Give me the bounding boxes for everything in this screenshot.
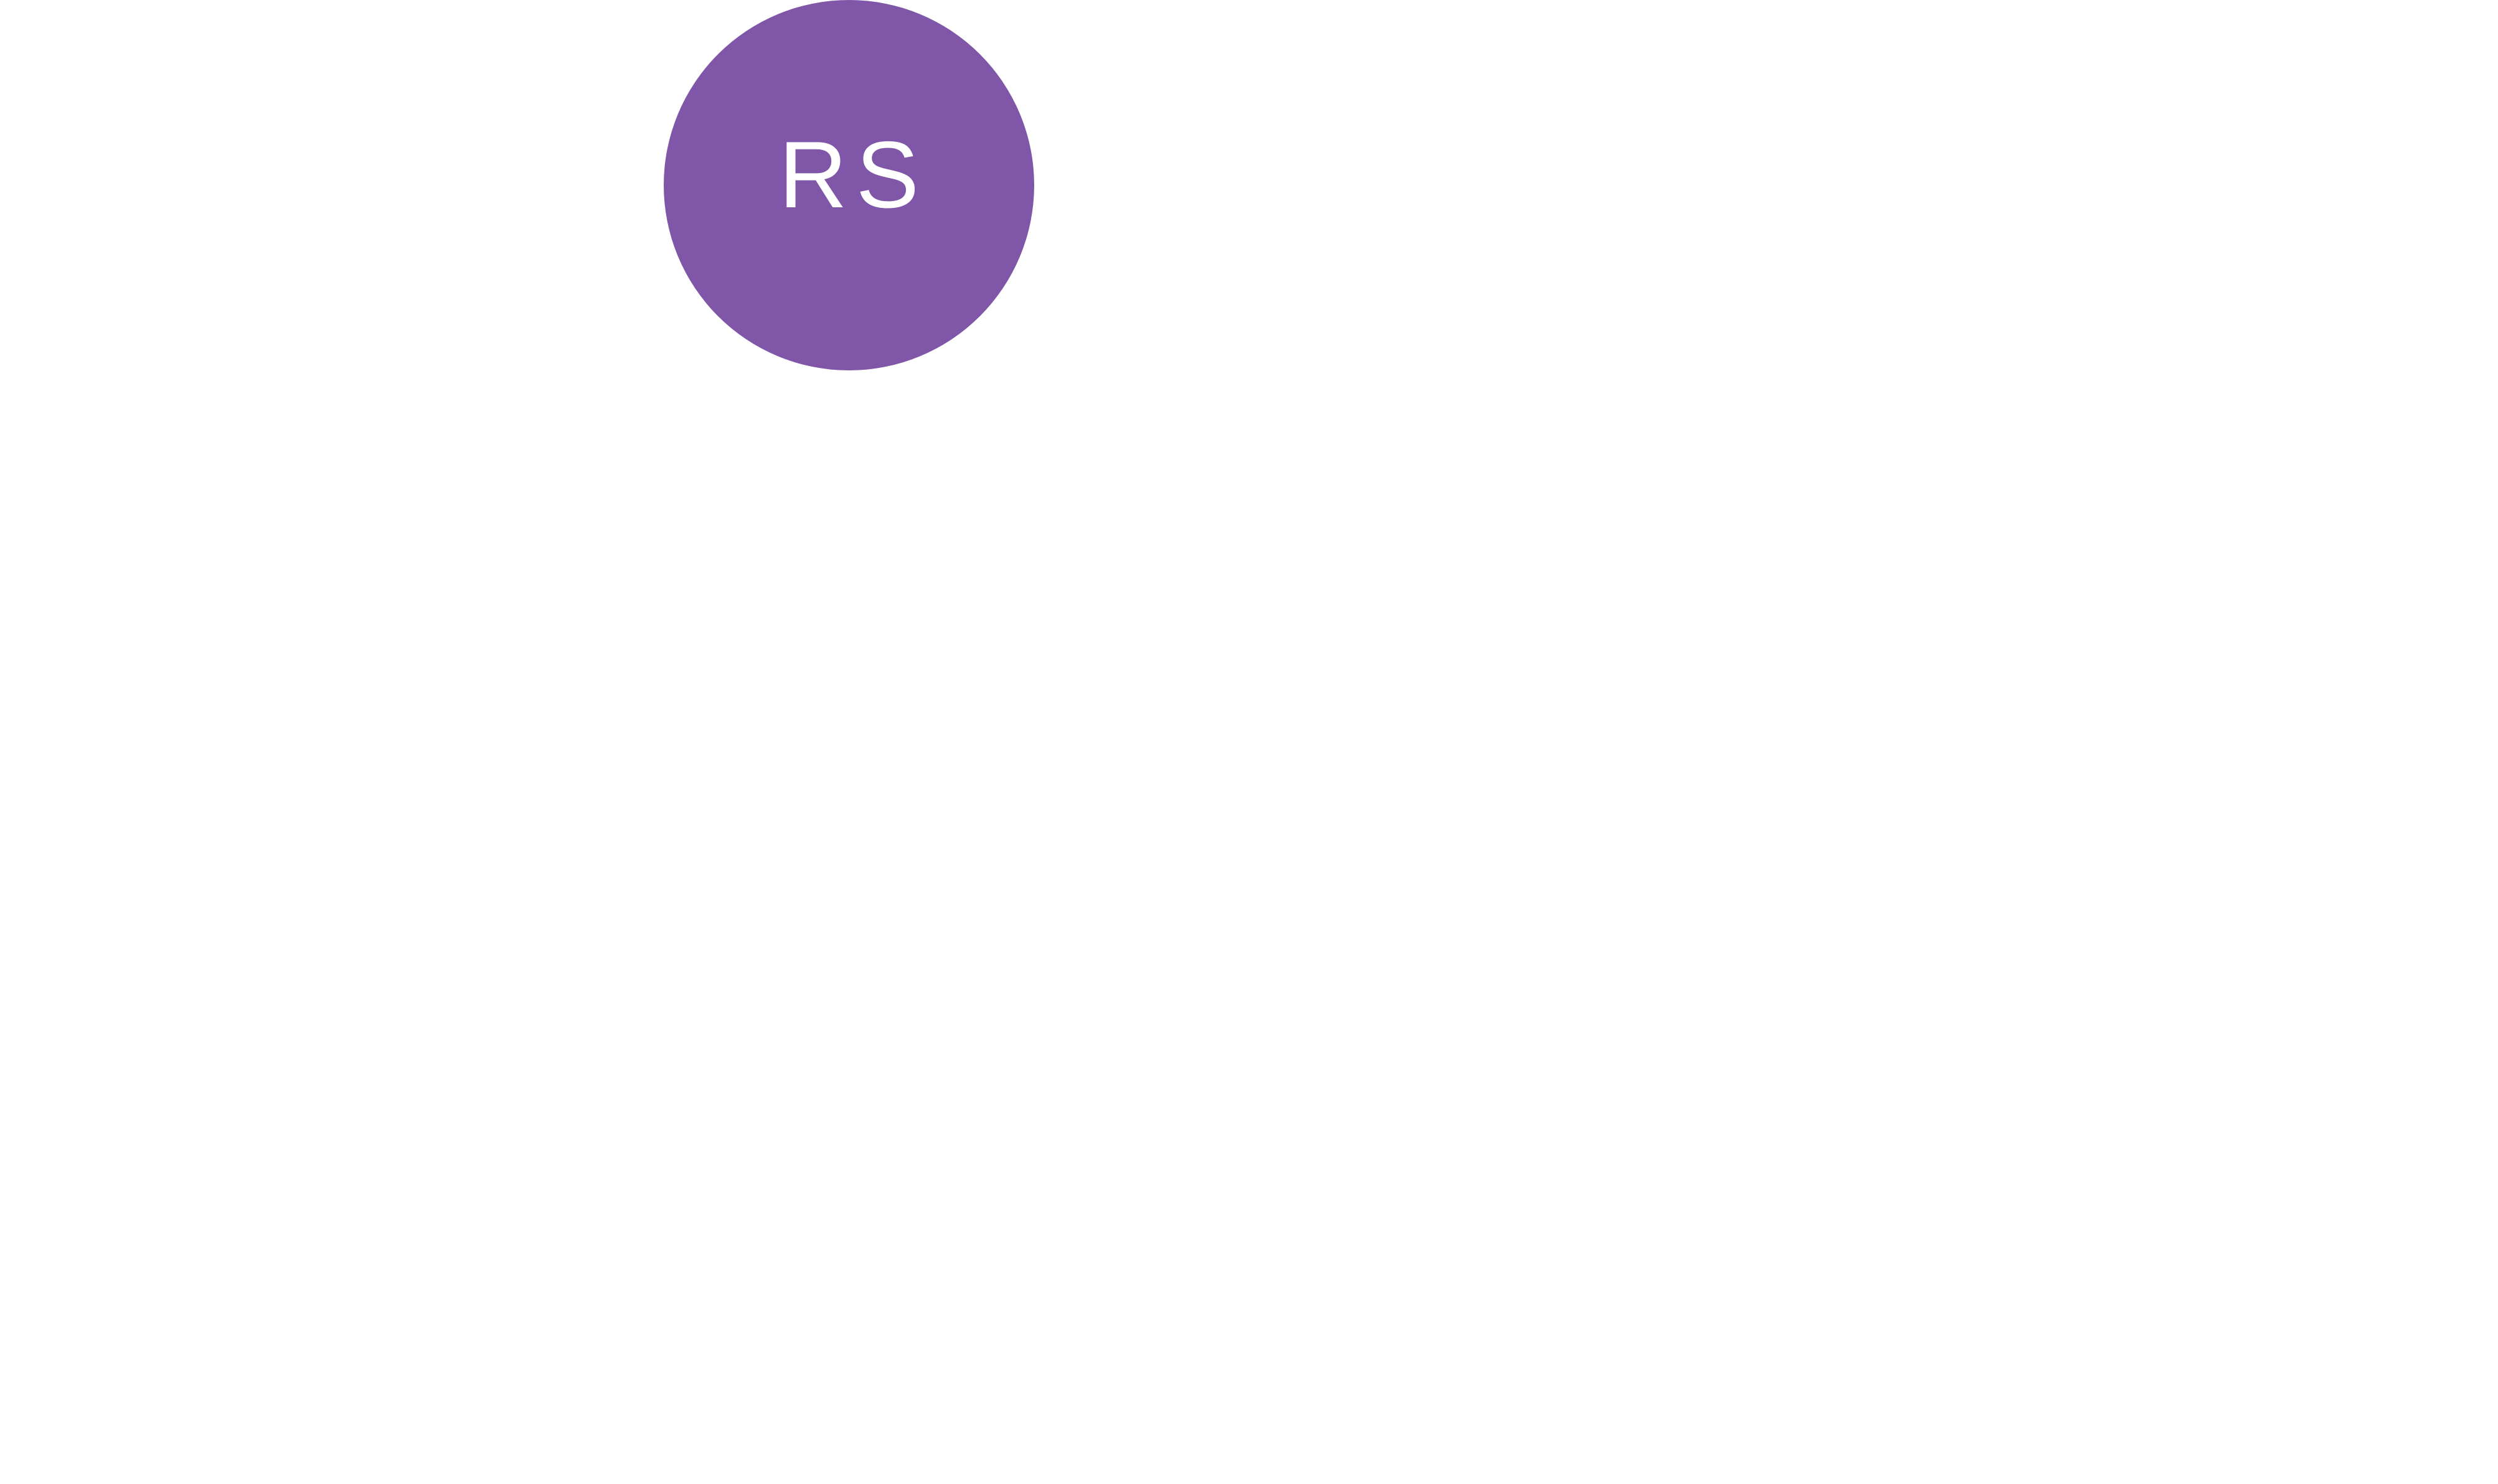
avatar-initials: RS bbox=[778, 122, 928, 228]
avatar[interactable]: RS bbox=[664, 0, 1034, 370]
page: RS bbox=[0, 0, 2498, 1484]
